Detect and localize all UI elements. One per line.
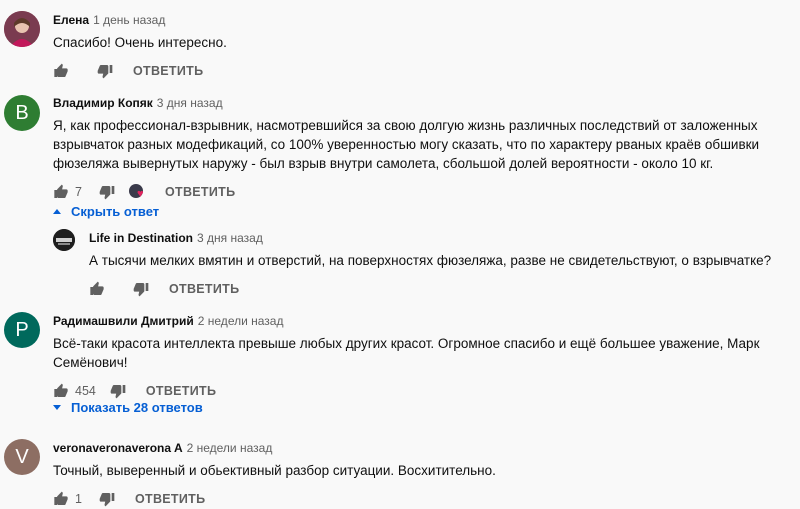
dislike-icon[interactable] [99,491,115,507]
like-icon[interactable] [53,184,69,200]
dislike-icon[interactable] [99,184,115,200]
avatar[interactable] [53,229,75,251]
avatar-photo-icon [4,11,40,47]
reply-button[interactable]: ОТВЕТИТЬ [169,282,239,296]
comment-author[interactable]: veronaveronaverona A [53,441,183,455]
reply-text-line: А тысячи мелких вмятин и отверстий, на п… [89,253,772,268]
reply-button[interactable]: ОТВЕТИТЬ [133,64,203,78]
comment-author[interactable]: Владимир Копяк [53,96,153,110]
reply-button[interactable]: ОТВЕТИТЬ [165,185,235,199]
like-icon[interactable] [89,281,105,297]
creator-heart-icon: ♥ [129,184,149,200]
dislike-icon[interactable] [97,63,113,79]
chevron-up-icon [53,209,61,214]
dislike-icon[interactable] [133,281,149,297]
reply-author[interactable]: Life in Destination [89,231,193,245]
show-replies-button[interactable]: Показать 28 ответов [53,400,203,415]
reply-button[interactable]: ОТВЕТИТЬ [146,384,216,398]
comment-time[interactable]: 2 недели назад [187,441,273,455]
comment-text-line: взрывчаток разных модефикаций, со 100% у… [53,137,760,152]
comment-text-line: фюзеляжа вывернутых наружу - был взрыв в… [53,156,714,171]
comment-actions: 1 ОТВЕТИТЬ [53,489,792,509]
like-count: 7 [75,185,82,199]
avatar[interactable]: В [4,95,40,131]
like-icon[interactable] [53,383,69,399]
comment-actions: 7 ♥ ОТВЕТИТЬ [53,182,792,202]
reply-button[interactable]: ОТВЕТИТЬ [135,492,205,506]
reply-time[interactable]: 3 дня назад [197,231,263,245]
comment-time[interactable]: 3 дня назад [157,96,223,110]
comment-actions: ОТВЕТИТЬ [53,61,792,81]
comment-time[interactable]: 2 недели назад [198,314,284,328]
like-icon[interactable] [53,63,69,79]
reply-actions: ОТВЕТИТЬ [89,279,792,299]
comment-text-line: Всё-таки красота интеллекта превыше любы… [53,336,760,351]
comment-text-line: Я, как профессионал-взрывник, насмотревш… [53,118,758,133]
comment-text-line: Спасибо! Очень интересно. [53,35,227,50]
dislike-icon[interactable] [110,383,126,399]
comment-text: Я, как профессионал-взрывник, насмотревш… [53,116,792,173]
comment-author[interactable]: Елена [53,13,89,27]
comment-text: Точный, выверенный и обьективный разбор … [53,461,792,480]
comment-text: Всё-таки красота интеллекта превыше любы… [53,334,792,372]
avatar[interactable]: P [4,312,40,348]
comment-actions: 454 ОТВЕТИТЬ [53,381,792,401]
like-count: 1 [75,492,82,506]
comment-text-line: Семёнович! [53,355,128,370]
hide-replies-button[interactable]: Скрыть ответ [53,204,159,219]
avatar-logo-icon [53,229,75,251]
chevron-down-icon [53,405,61,410]
comment-text-line: Точный, выверенный и обьективный разбор … [53,463,496,478]
comment-text: Спасибо! Очень интересно. [53,33,792,52]
comment-time[interactable]: 1 день назад [93,13,165,27]
hide-replies-label: Скрыть ответ [71,204,160,219]
like-count: 454 [75,384,96,398]
reply-text: А тысячи мелких вмятин и отверстий, на п… [89,251,792,270]
avatar[interactable]: V [4,439,40,475]
like-icon[interactable] [53,491,69,507]
comment-author[interactable]: Радимашвили Дмитрий [53,314,194,328]
show-replies-label: Показать 28 ответов [71,400,203,415]
avatar[interactable] [4,11,40,47]
